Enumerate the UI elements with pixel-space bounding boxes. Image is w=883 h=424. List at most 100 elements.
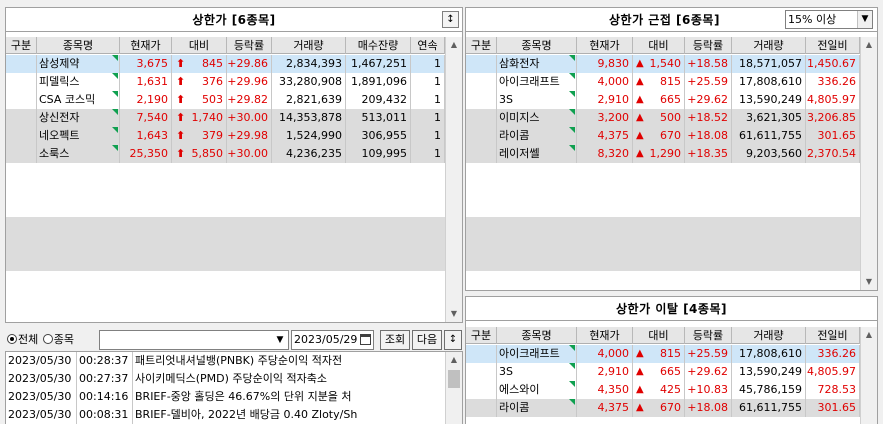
col-rate[interactable]: 등락률 [685,37,732,54]
query-button[interactable]: 조회 [380,330,410,350]
news-headline[interactable]: BRIEF-중앙 홀딩은 46.67%의 단위 지분을 처 [133,388,445,406]
news-scrollbar[interactable]: ▲ [445,352,462,424]
stock-name[interactable]: 라이콤 [499,401,529,414]
sort-updown-icon[interactable]: ↕ [442,11,459,28]
col-volume[interactable]: 거래량 [732,327,806,344]
off-upper-scrollbar[interactable]: ▲ [860,327,877,424]
news-item[interactable]: 2023/05/30 00:08:31 BRIEF-델비아, 2022년 배당금 0… [6,406,445,424]
radio-all-icon[interactable] [7,334,17,344]
stock-name[interactable]: 3S [499,365,513,378]
stock-name-cell[interactable]: 라이콤 [497,127,577,145]
scroll-down-icon[interactable]: ▼ [861,274,877,290]
table-row[interactable]: 아이크래프트 4,000 ▲ 815 +25.59 17,808,610 336.26 [466,73,860,91]
stock-name-cell[interactable]: 상신전자 [37,109,120,127]
table-row[interactable]: 3S 2,910 ▲ 665 +29.62 13,590,249 4,805.97 [466,91,860,109]
table-row[interactable]: 이미지스 3,200 ▲ 500 +18.52 3,621,305 3,206.85 [466,109,860,127]
dropdown-arrow-icon[interactable]: ▼ [273,331,287,349]
col-gubun[interactable]: 구분 [466,37,497,54]
col-price[interactable]: 현재가 [577,327,633,344]
stock-name-cell[interactable]: 삼화전자 [497,55,577,73]
stock-name-cell[interactable]: 아이크래프트 [497,345,577,363]
scroll-up-icon[interactable]: ▲ [861,327,877,343]
dropdown-arrow-icon[interactable]: ▼ [857,11,872,28]
stock-name[interactable]: 레이저쎌 [499,147,539,160]
col-streak[interactable]: 연속 [411,37,445,54]
table-row[interactable]: 소룩스 25,350 ⬆ 5,850 +30.00 4,236,235 109,995 1 [6,145,445,163]
stock-name-cell[interactable]: 레이저쎌 [497,145,577,163]
col-name[interactable]: 종목명 [497,327,577,344]
col-change[interactable]: 대비 [172,37,227,54]
col-change[interactable]: 대비 [633,37,685,54]
stock-select-field[interactable]: ▼ [99,330,289,350]
stock-name[interactable]: 삼성제약 [39,57,79,70]
stock-name-cell[interactable]: 3S [497,91,577,109]
table-row[interactable]: 피델릭스 1,631 ⬆ 376 +29.96 33,280,908 1,891,096 1 [6,73,445,91]
stock-name-cell[interactable]: 삼성제약 [37,55,120,73]
col-volume[interactable]: 거래량 [732,37,806,54]
stock-name[interactable]: 소룩스 [39,147,69,160]
upper-limit-scrollbar[interactable]: ▲ ▼ [445,37,462,322]
table-row[interactable]: 레이저쎌 8,320 ▲ 1,290 +18.35 9,203,560 2,370.54 [466,145,860,163]
stock-name-cell[interactable]: 네오펙트 [37,127,120,145]
stock-name-cell[interactable]: 소룩스 [37,145,120,163]
col-price[interactable]: 현재가 [120,37,172,54]
news-item[interactable]: 2023/05/30 00:27:37 사이키메딕스(PMD) 주당순이익 적자축소 [6,370,445,388]
near-upper-scrollbar[interactable]: ▲ ▼ [860,37,877,290]
col-name[interactable]: 종목명 [497,37,577,54]
stock-name-cell[interactable]: 에스와이 [497,381,577,399]
stock-name-cell[interactable]: 3S [497,363,577,381]
stock-name[interactable]: 3S [499,93,513,106]
table-row[interactable]: 상신전자 7,540 ⬆ 1,740 +30.00 14,353,878 513,011 1 [6,109,445,127]
news-headline[interactable]: BRIEF-델비아, 2022년 배당금 0.40 Zloty/Sh [133,406,445,424]
stock-name[interactable]: 네오펙트 [39,129,79,142]
stock-name[interactable]: 삼화전자 [499,57,539,70]
table-row[interactable]: 아이크래프트 4,000 ▲ 815 +25.59 17,808,610 336.26 [466,345,860,363]
stock-name-cell[interactable]: 라이콤 [497,399,577,417]
date-field[interactable]: 2023/05/29 [291,330,374,350]
radio-stock-label[interactable]: 종목 [54,333,74,346]
stock-name[interactable]: 상신전자 [39,111,79,124]
stock-name[interactable]: 피델릭스 [39,75,79,88]
col-volume[interactable]: 거래량 [272,37,346,54]
stock-name-cell[interactable]: CSA 코스믹 [37,91,120,109]
table-row[interactable]: 라이콤 4,375 ▲ 670 +18.08 61,611,755 301.65 [466,399,860,417]
table-row[interactable]: 라이콤 4,375 ▲ 670 +18.08 61,611,755 301.65 [466,127,860,145]
col-change[interactable]: 대비 [633,327,685,344]
next-button[interactable]: 다음 [412,330,442,350]
col-price[interactable]: 현재가 [577,37,633,54]
radio-stock-icon[interactable] [42,334,53,344]
stock-name[interactable]: 에스와이 [499,383,539,396]
table-row[interactable]: 에스와이 4,350 ▲ 425 +10.83 45,786,159 728.53 [466,381,860,399]
updown-scroll-icon[interactable]: ↕ [444,330,462,350]
col-gubun[interactable]: 구분 [6,37,37,54]
table-row[interactable]: 삼화전자 9,830 ▲ 1,540 +18.58 18,571,057 1,450.67 [466,55,860,73]
calendar-icon[interactable] [360,334,371,345]
scroll-up-icon[interactable]: ▲ [446,352,462,368]
stock-name[interactable]: CSA 코스믹 [39,93,95,106]
col-prev[interactable]: 전일비 [806,37,860,54]
news-item[interactable]: 2023/05/30 00:28:37 패트리엇내셔널뱅(PNBK) 주당순이익 적… [6,352,445,370]
stock-name[interactable]: 이미지스 [499,111,539,124]
stock-name-cell[interactable]: 이미지스 [497,109,577,127]
stock-name-cell[interactable]: 피델릭스 [37,73,120,91]
news-headline[interactable]: 사이키메딕스(PMD) 주당순이익 적자축소 [133,370,445,388]
rate-filter-select[interactable]: 15% 이상 ▼ [785,10,873,29]
scroll-up-icon[interactable]: ▲ [861,37,877,53]
scroll-thumb[interactable] [448,370,460,388]
stock-name[interactable]: 라이콤 [499,129,529,142]
col-gubun[interactable]: 구분 [466,327,497,344]
radio-all-label[interactable]: 전체 [18,333,38,346]
col-prev[interactable]: 전일비 [806,327,860,344]
table-row[interactable]: 네오펙트 1,643 ⬆ 379 +29.98 1,524,990 306,955 1 [6,127,445,145]
table-row[interactable]: CSA 코스믹 2,190 ⬆ 503 +29.82 2,821,639 209,432 1 [6,91,445,109]
stock-name[interactable]: 아이크래프트 [499,75,560,88]
stock-name[interactable]: 아이크래프트 [499,347,560,360]
scroll-down-icon[interactable]: ▼ [446,306,462,322]
col-rate[interactable]: 등락률 [685,327,732,344]
table-row[interactable]: 3S 2,910 ▲ 665 +29.62 13,590,249 4,805.97 [466,363,860,381]
col-bid[interactable]: 매수잔량 [346,37,411,54]
col-rate[interactable]: 등락률 [227,37,272,54]
scroll-up-icon[interactable]: ▲ [446,37,462,53]
news-item[interactable]: 2023/05/30 00:14:16 BRIEF-중앙 홀딩은 46.67%의 단… [6,388,445,406]
table-row[interactable]: 삼성제약 3,675 ⬆ 845 +29.86 2,834,393 1,467,251 1 [6,55,445,73]
